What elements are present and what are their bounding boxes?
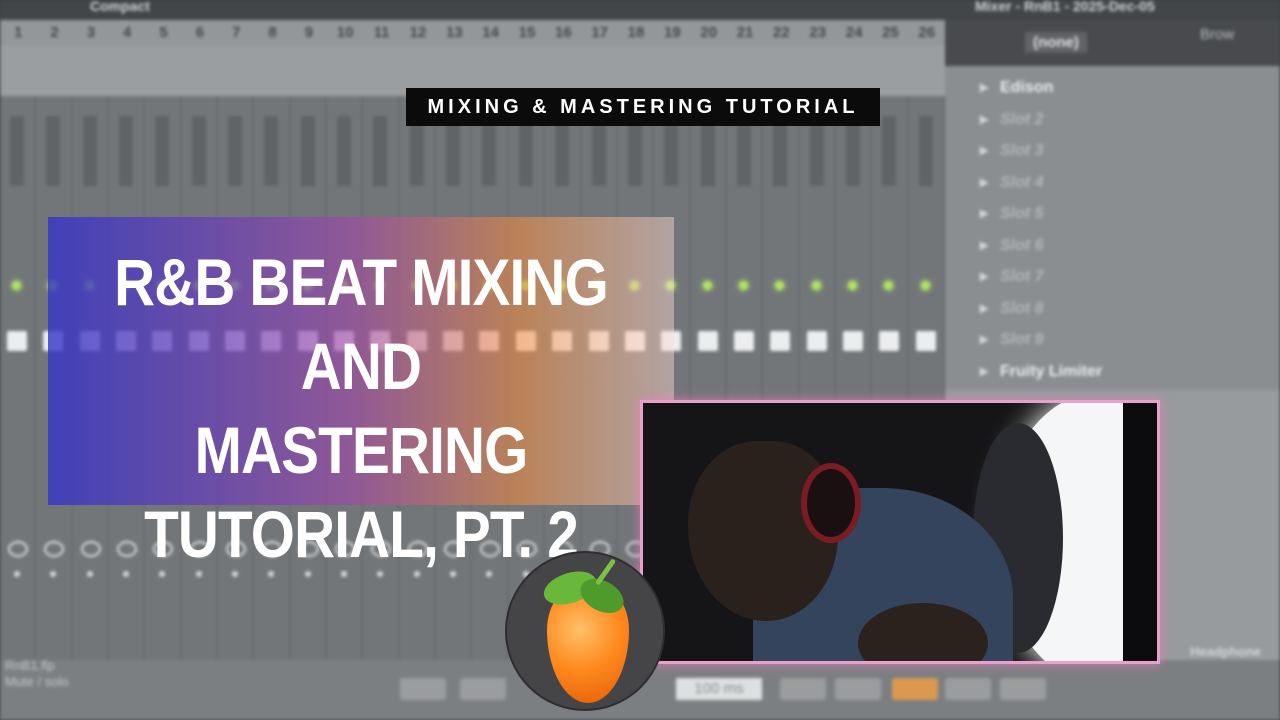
- webcam-edge: [1123, 403, 1157, 661]
- title-line-2: MASTERING: [194, 413, 529, 487]
- headphones-icon: [801, 463, 861, 543]
- webcam-feed: [640, 400, 1160, 664]
- title-line-1: R&B BEAT MIXING AND: [114, 245, 609, 403]
- video-title: R&B BEAT MIXING AND MASTERING TUTORIAL, …: [92, 240, 630, 576]
- fl-studio-fruit-icon: [505, 551, 665, 711]
- tutorial-tag: MIXING & MASTERING TUTORIAL: [406, 88, 880, 126]
